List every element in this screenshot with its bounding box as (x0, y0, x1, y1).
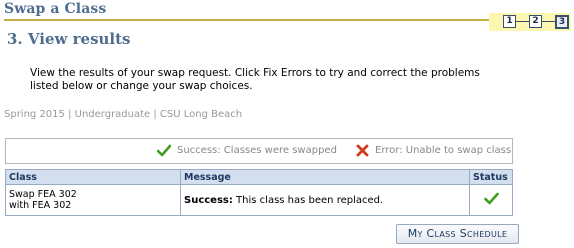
message-cell: Success: This class has been replaced. (180, 184, 470, 216)
step-2: 2 (529, 15, 542, 28)
instructions-text: View the results of your swap request. C… (30, 67, 480, 92)
legend-error-label: Error: Unable to swap class (375, 145, 512, 156)
title-divider (4, 19, 570, 21)
class-swap-from: Swap FEA 302 (9, 189, 77, 200)
column-header-message: Message (180, 169, 470, 185)
column-header-status: Status (469, 169, 513, 185)
page-title: Swap a Class (4, 1, 107, 17)
step-heading: 3. View results (7, 30, 131, 48)
legend-success: Success: Classes were swapped (157, 144, 337, 157)
table-header-row: Class Message Status (5, 169, 513, 185)
check-icon (157, 144, 171, 157)
term-info: Spring 2015 | Undergraduate | CSU Long B… (4, 109, 243, 120)
status-legend: Success: Classes were swapped Error: Una… (5, 138, 513, 164)
swap-results-table: Class Message Status Swap FEA 302 with F… (5, 169, 513, 216)
column-header-class: Class (5, 169, 181, 185)
class-swap-with: with FEA 302 (9, 200, 72, 211)
class-cell: Swap FEA 302 with FEA 302 (5, 184, 181, 216)
step-3-active: 3 (555, 15, 569, 29)
step-indicator: 1 2 3 (489, 13, 571, 31)
success-check-icon (483, 192, 499, 205)
status-cell (469, 184, 513, 216)
legend-error: Error: Unable to swap class (356, 144, 511, 157)
message-text: This class has been replaced. (232, 194, 384, 206)
table-row: Swap FEA 302 with FEA 302 Success: This … (5, 184, 513, 216)
step-connector (516, 21, 529, 22)
my-class-schedule-button[interactable]: My Class Schedule (396, 224, 519, 244)
message-status-strong: Success: (184, 194, 233, 206)
legend-success-label: Success: Classes were swapped (177, 145, 337, 156)
error-x-icon (356, 144, 369, 157)
step-1: 1 (503, 15, 516, 28)
step-connector (542, 21, 555, 22)
